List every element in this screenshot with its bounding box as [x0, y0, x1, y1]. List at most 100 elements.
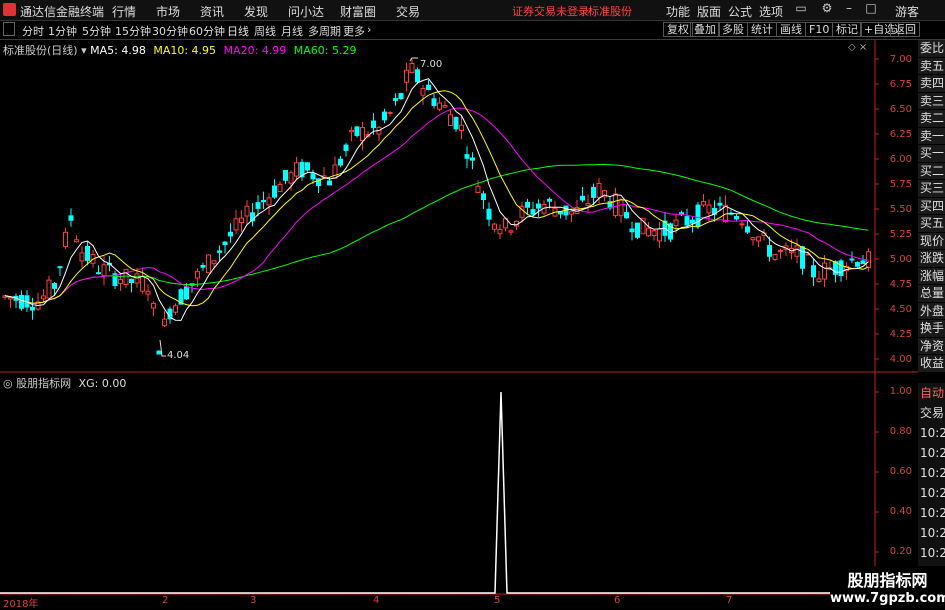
quote-field-label: 买三	[918, 180, 945, 198]
menu-wealth[interactable]: 财富圈	[340, 3, 376, 20]
candle-body	[46, 279, 52, 299]
candle-body	[343, 144, 349, 151]
tool-f10[interactable]: F10	[805, 22, 834, 37]
candle-body	[734, 215, 739, 220]
candle-body	[393, 98, 398, 101]
menu-layout[interactable]: 版面	[697, 3, 721, 20]
period-tab[interactable]: 周线	[254, 23, 276, 39]
tool-stats[interactable]: 统计	[747, 22, 777, 37]
period-tab-more[interactable]: 更多	[343, 23, 365, 39]
menu-trade[interactable]: 交易	[396, 3, 420, 20]
candle-body	[591, 186, 596, 198]
y-tick: 4.25	[889, 329, 912, 340]
menu-quotes[interactable]: 行情	[112, 3, 136, 20]
tool-overlay[interactable]: 叠加	[690, 22, 720, 37]
candle-body	[772, 253, 778, 261]
trade-label[interactable]: 自动	[918, 383, 945, 403]
candle-body	[288, 172, 294, 184]
candle-body	[569, 211, 574, 215]
period-tab[interactable]: 分时	[22, 23, 44, 39]
candle-body	[464, 154, 470, 159]
chevron-right-icon[interactable]: ›	[367, 23, 371, 36]
sub-settings-icon[interactable]: ◎	[3, 377, 16, 390]
period-tab[interactable]: 5分钟	[82, 23, 111, 39]
period-tab[interactable]: 月线	[281, 23, 303, 39]
y-tick: 4.75	[889, 279, 912, 290]
candle-body	[481, 193, 486, 201]
menu-ask[interactable]: 问小达	[288, 3, 324, 20]
xg-signal-line	[0, 391, 875, 594]
candle-body	[596, 182, 602, 198]
candle-body	[530, 209, 536, 215]
tool-multi[interactable]: 多股	[718, 22, 748, 37]
skin-icon[interactable]: ▭	[792, 1, 810, 19]
period-tab[interactable]: 多周期	[308, 23, 341, 39]
candle-body	[398, 93, 404, 100]
menu-formula[interactable]: 公式	[728, 3, 752, 20]
user-label[interactable]: 游客	[895, 3, 919, 20]
candle-body	[816, 278, 822, 282]
candle-body	[68, 215, 74, 221]
candle-body	[338, 158, 343, 166]
tool-mark[interactable]: 标记	[832, 22, 862, 37]
candle-body	[30, 306, 35, 311]
candle-body	[453, 116, 459, 130]
period-tab-active[interactable]: 日线	[227, 23, 249, 39]
period-tab[interactable]: 30分钟	[152, 23, 188, 39]
tool-back[interactable]: 返回	[890, 22, 920, 37]
candle-body	[860, 260, 866, 265]
candle-body	[508, 230, 514, 233]
candle-body	[140, 275, 145, 292]
high-marker-label: 7.00	[420, 59, 443, 70]
candle-body	[52, 283, 57, 289]
watermark-title: 股朋指标网	[847, 571, 928, 590]
date-tick: 6	[614, 595, 621, 606]
maximize-icon[interactable]: □	[862, 1, 880, 19]
xg-value: XG: 0.00	[78, 377, 127, 390]
candle-body	[849, 258, 855, 261]
candle-body	[305, 162, 310, 171]
candle-body	[200, 264, 206, 268]
menu-discover[interactable]: 发现	[244, 3, 268, 20]
menu-info[interactable]: 资讯	[200, 3, 224, 20]
candle-body	[618, 199, 624, 217]
tool-adjust[interactable]: 复权	[663, 22, 693, 37]
quote-field-label: 卖二	[918, 110, 945, 128]
candle-body	[85, 245, 90, 261]
menu-function[interactable]: 功能	[666, 3, 690, 20]
chart-canvas[interactable]	[0, 40, 918, 595]
candle-body	[838, 260, 844, 277]
trade-label[interactable]: 交易	[918, 403, 945, 423]
settings-icon[interactable]: ⚙	[818, 1, 836, 19]
candle-body	[739, 223, 745, 226]
app-title: 通达信金融终端	[20, 5, 105, 19]
period-tab[interactable]: 1分钟	[48, 23, 77, 39]
candle-body	[206, 254, 211, 274]
candle-body	[646, 227, 651, 237]
candle-body	[156, 350, 162, 355]
high-marker-line	[409, 57, 418, 62]
date-tick: 5	[494, 595, 501, 606]
period-tab[interactable]: 60分钟	[189, 23, 225, 39]
candle-body	[497, 228, 503, 235]
menu-market[interactable]: 市场	[156, 3, 180, 20]
login-warning[interactable]: 证券交易未登录	[512, 3, 589, 19]
tool-draw[interactable]: 画线	[776, 22, 806, 37]
date-tick: 2	[162, 595, 169, 606]
candle-body	[277, 183, 283, 193]
candle-body	[536, 203, 541, 209]
date-tick: 7	[726, 595, 733, 606]
period-tab[interactable]: 15分钟	[115, 23, 151, 39]
candle-body	[431, 98, 437, 107]
sub-y-tick: 1.00	[889, 386, 912, 397]
candle-body	[222, 241, 228, 245]
candle-body	[79, 252, 85, 262]
candle-body	[57, 266, 63, 269]
candle-body	[745, 226, 750, 233]
candle-body	[470, 157, 475, 161]
expand-icon[interactable]	[3, 22, 15, 36]
minimize-icon[interactable]: –	[840, 1, 858, 19]
menu-options[interactable]: 选项	[759, 3, 783, 20]
y-tick: 5.00	[889, 254, 912, 265]
candle-body	[145, 290, 151, 295]
